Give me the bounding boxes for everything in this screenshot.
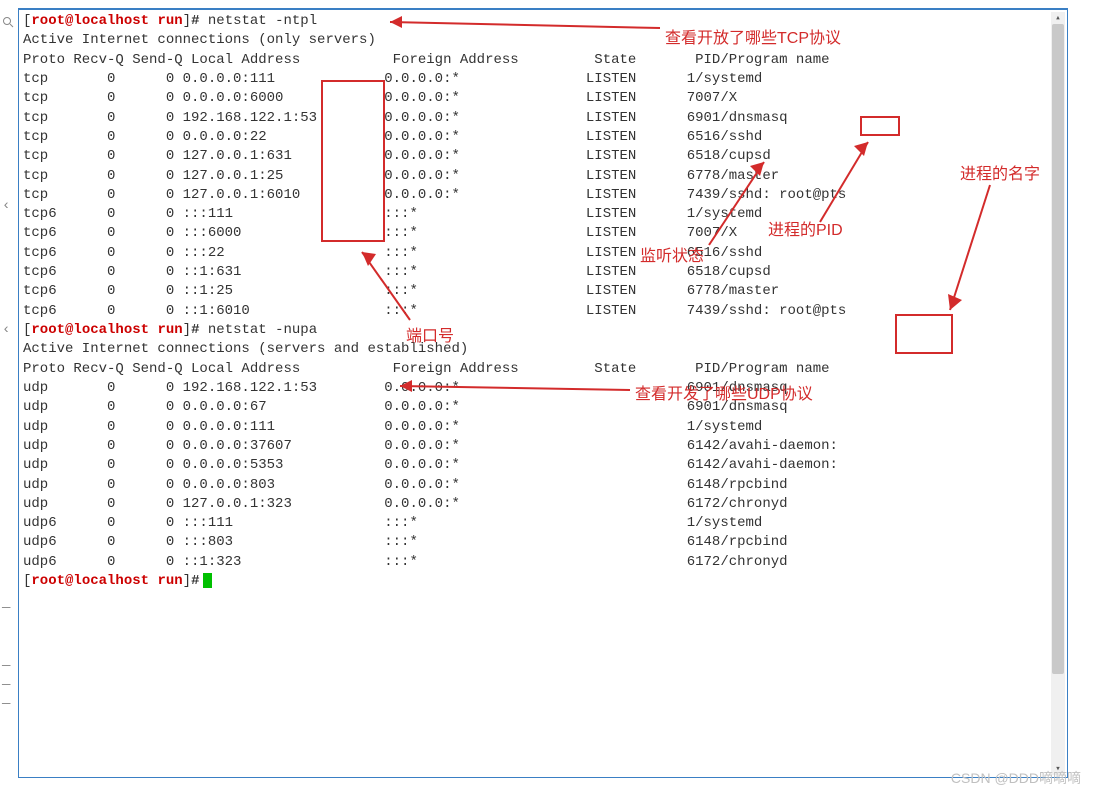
header-active-2: Active Internet connections (servers and… (23, 340, 1063, 359)
table-row: tcp6 0 0 ::1:6010 :::* LISTEN 7439/sshd:… (23, 302, 1063, 321)
terminal-window[interactable]: [root@localhost run]# netstat -ntpl Acti… (18, 8, 1068, 778)
side-marker-4: — (2, 658, 10, 674)
table-row: tcp 0 0 127.0.0.1:6010 0.0.0.0:* LISTEN … (23, 186, 1063, 205)
table-row: udp 0 0 192.168.122.1:53 0.0.0.0:* 6901/… (23, 379, 1063, 398)
table-row: tcp 0 0 0.0.0.0:111 0.0.0.0:* LISTEN 1/s… (23, 70, 1063, 89)
side-marker-2: ‹ (2, 322, 10, 338)
side-marker-6: — (2, 696, 10, 712)
table-row: tcp 0 0 0.0.0.0:6000 0.0.0.0:* LISTEN 70… (23, 89, 1063, 108)
table-row: tcp6 0 0 ::1:25 :::* LISTEN 6778/master (23, 282, 1063, 301)
table-row: tcp 0 0 0.0.0.0:22 0.0.0.0:* LISTEN 6516… (23, 128, 1063, 147)
table-row: udp 0 0 0.0.0.0:67 0.0.0.0:* 6901/dnsmas… (23, 398, 1063, 417)
prompt-line-1: [root@localhost run]# netstat -ntpl (23, 12, 1063, 31)
table-row: tcp 0 0 127.0.0.1:25 0.0.0.0:* LISTEN 67… (23, 167, 1063, 186)
columns-header-1: Proto Recv-Q Send-Q Local Address Foreig… (23, 51, 1063, 70)
table-row: udp6 0 0 :::111 :::* 1/systemd (23, 514, 1063, 533)
table-row: udp 0 0 0.0.0.0:803 0.0.0.0:* 6148/rpcbi… (23, 476, 1063, 495)
prompt-host: localhost (73, 13, 149, 29)
table-row: udp 0 0 127.0.0.1:323 0.0.0.0:* 6172/chr… (23, 495, 1063, 514)
scroll-up-icon[interactable]: ▴ (1051, 12, 1065, 24)
table-row: tcp6 0 0 :::111 :::* LISTEN 1/systemd (23, 205, 1063, 224)
watermark: CSDN @DDD嘀嘀嘀 (951, 768, 1081, 788)
side-marker-1: ‹ (2, 198, 10, 214)
table-row: udp 0 0 0.0.0.0:111 0.0.0.0:* 1/systemd (23, 418, 1063, 437)
table-row: udp 0 0 0.0.0.0:5353 0.0.0.0:* 6142/avah… (23, 456, 1063, 475)
header-active-1: Active Internet connections (only server… (23, 31, 1063, 50)
prompt-user: root (31, 13, 65, 29)
search-icon (2, 16, 14, 28)
table-row: tcp6 0 0 :::22 :::* LISTEN 6516/sshd (23, 244, 1063, 263)
cursor (203, 573, 212, 588)
table-row: tcp6 0 0 ::1:631 :::* LISTEN 6518/cupsd (23, 263, 1063, 282)
prompt-line-3[interactable]: [root@localhost run]# (23, 572, 1063, 591)
columns-header-2: Proto Recv-Q Send-Q Local Address Foreig… (23, 360, 1063, 379)
table-row: udp6 0 0 ::1:323 :::* 6172/chronyd (23, 553, 1063, 572)
prompt-path: run (157, 13, 182, 29)
side-marker-3: — (2, 600, 10, 616)
table-row: udp6 0 0 :::803 :::* 6148/rpcbind (23, 533, 1063, 552)
scrollbar-thumb[interactable] (1052, 24, 1064, 674)
table-row: tcp 0 0 192.168.122.1:53 0.0.0.0:* LISTE… (23, 109, 1063, 128)
table-row: tcp 0 0 127.0.0.1:631 0.0.0.0:* LISTEN 6… (23, 147, 1063, 166)
command-2: netstat -nupa (208, 322, 317, 338)
table-row: udp 0 0 0.0.0.0:37607 0.0.0.0:* 6142/ava… (23, 437, 1063, 456)
side-marker-5: — (2, 677, 10, 693)
table-row: tcp6 0 0 :::6000 :::* LISTEN 7007/X (23, 224, 1063, 243)
prompt-line-2: [root@localhost run]# netstat -nupa (23, 321, 1063, 340)
command-1: netstat -ntpl (208, 13, 317, 29)
vertical-scrollbar[interactable]: ▴ ▾ (1051, 12, 1065, 775)
